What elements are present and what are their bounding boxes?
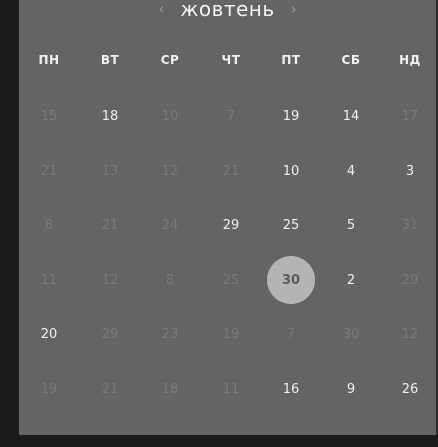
day-grid: 15 18 10 7 19 14 17 21 13 12 21 10 4 3 8 21 24 29 25 5 31 11 1… xyxy=(19,0,436,435)
day-cell[interactable]: 16 xyxy=(267,365,315,413)
day-cell[interactable]: 10 xyxy=(146,92,194,140)
day-cell[interactable]: 8 xyxy=(25,201,73,249)
day-cell[interactable]: 4 xyxy=(327,147,375,195)
day-cell[interactable]: 21 xyxy=(207,147,255,195)
day-cell[interactable]: 19 xyxy=(207,310,255,358)
day-cell[interactable]: 13 xyxy=(86,147,134,195)
day-cell[interactable]: 7 xyxy=(207,92,255,140)
day-cell[interactable]: 26 xyxy=(386,365,434,413)
day-cell[interactable]: 11 xyxy=(207,365,255,413)
day-cell[interactable]: 18 xyxy=(146,365,194,413)
day-cell[interactable]: 2 xyxy=(327,256,375,304)
day-cell[interactable]: 29 xyxy=(86,310,134,358)
day-cell[interactable]: 20 xyxy=(25,310,73,358)
selected-day[interactable]: 30 xyxy=(267,256,315,304)
day-cell[interactable]: 19 xyxy=(25,365,73,413)
day-cell[interactable]: 7 xyxy=(267,310,315,358)
day-cell[interactable]: 25 xyxy=(267,201,315,249)
day-cell[interactable]: 21 xyxy=(86,365,134,413)
day-cell[interactable]: 12 xyxy=(146,147,194,195)
day-cell[interactable]: 30 xyxy=(327,310,375,358)
day-cell[interactable]: 17 xyxy=(386,92,434,140)
day-cell[interactable]: 29 xyxy=(386,256,434,304)
day-cell[interactable]: 12 xyxy=(86,256,134,304)
day-cell[interactable]: 24 xyxy=(146,201,194,249)
day-cell[interactable]: 29 xyxy=(207,201,255,249)
calendar-panel: ‹ жовтень › ПН ВТ СР ЧТ ПТ СБ НД 15 18 10 7 19 14 17… xyxy=(19,0,436,435)
day-cell[interactable]: 8 xyxy=(146,256,194,304)
day-cell[interactable]: 10 xyxy=(267,147,315,195)
day-cell[interactable]: 18 xyxy=(86,92,134,140)
day-cell[interactable]: 11 xyxy=(25,256,73,304)
day-cell[interactable]: 14 xyxy=(327,92,375,140)
day-cell[interactable]: 19 xyxy=(267,92,315,140)
day-cell[interactable]: 15 xyxy=(25,92,73,140)
day-cell[interactable]: 31 xyxy=(386,201,434,249)
day-cell[interactable]: 21 xyxy=(86,201,134,249)
day-cell[interactable]: 23 xyxy=(146,310,194,358)
day-cell[interactable]: 9 xyxy=(327,365,375,413)
window-bottom-bar xyxy=(0,435,438,447)
day-cell[interactable]: 12 xyxy=(386,310,434,358)
day-cell[interactable]: 25 xyxy=(207,256,255,304)
day-cell[interactable]: 21 xyxy=(25,147,73,195)
day-cell[interactable]: 3 xyxy=(386,147,434,195)
day-cell[interactable]: 5 xyxy=(327,201,375,249)
